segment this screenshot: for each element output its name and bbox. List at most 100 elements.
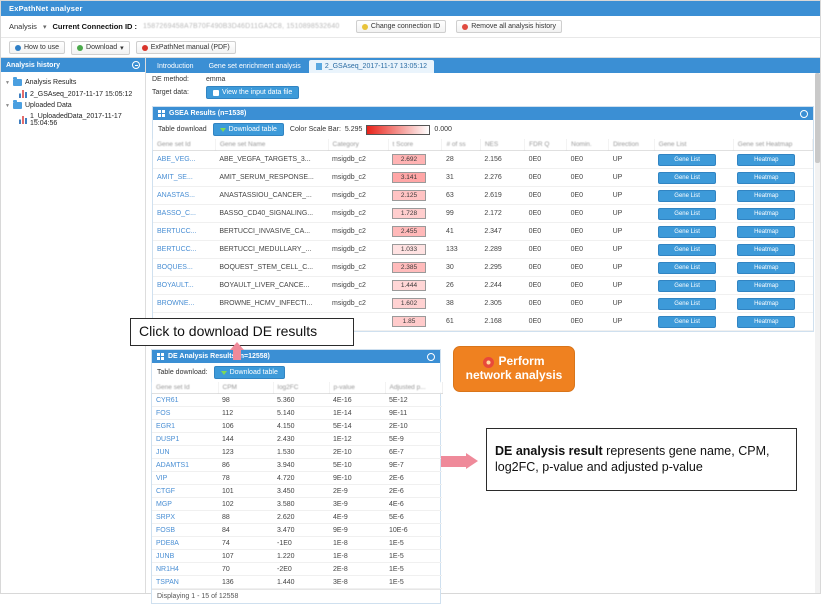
tab-gene-set-enrichment-analysis[interactable]: Gene set enrichment analysis [201,60,308,73]
col-direction[interactable]: Direction [608,139,655,151]
gene-set-id-cell[interactable]: BASSO_C... [153,204,216,223]
gene-set-id-cell[interactable]: ABE_VEG... [153,150,216,169]
col-adjusted-p[interactable]: Adjusted p... [385,382,443,394]
gene-set-id-cell[interactable]: BOYAULT... [153,276,216,295]
gene-list-button[interactable]: Gene List [658,243,717,256]
gene-id-cell[interactable]: JUN [152,445,218,459]
heatmap-button[interactable]: Heatmap [737,171,796,184]
col-t-score[interactable]: t Score [388,139,443,151]
table-row[interactable]: JUN 123 1.530 2E-10 6E-7 [152,445,442,459]
col-cpm[interactable]: CPM [218,382,274,394]
gene-id-cell[interactable]: DUSP1 [152,432,218,446]
table-row[interactable]: FOS 112 5.140 1E-14 9E-11 [152,406,442,420]
table-row[interactable]: NR1H4 70 -2E0 2E-8 1E-5 [152,562,442,576]
change-connection-id-button[interactable]: Change connection ID [355,20,447,33]
gene-list-button[interactable]: Gene List [658,189,717,202]
gene-id-cell[interactable]: CYR61 [152,393,218,407]
col-nominal[interactable]: Nomin. [566,139,610,151]
heatmap-button[interactable]: Heatmap [737,153,796,166]
gene-id-cell[interactable]: ADAMTS1 [152,458,218,472]
de-download-table-button[interactable]: Download table [213,366,285,379]
heatmap-button[interactable]: Heatmap [737,279,796,292]
manual-pdf-button[interactable]: ExPathNet manual (PDF) [135,41,236,54]
table-row[interactable]: TSPAN 136 1.440 3E-8 1E-5 [152,575,442,589]
gene-set-id-cell[interactable]: AMIT_SE... [153,168,216,187]
analysis-menu-caret[interactable]: ▾ [43,23,47,31]
table-row[interactable]: EGR1 106 4.150 5E-14 2E-10 [152,419,442,433]
minimize-icon[interactable] [132,61,140,69]
table-row[interactable]: BOQUES... BOQUEST_STEM_CELL_C... msigdb_c2… [153,258,813,277]
gene-id-cell[interactable]: NR1H4 [152,562,218,576]
table-row[interactable]: BASSO_C... BASSO_CD40_SIGNALING... msigdb_… [153,204,813,223]
table-row[interactable]: BROWNE... BROWNE_HCMV_INFECTI... msigdb_c2… [153,294,813,313]
tab-gsaseq-result[interactable]: 2_GSAseq_2017-11-17 13:05:12 [308,60,435,73]
col-gene-id[interactable]: Gene set Id [152,382,219,394]
main-scrollbar[interactable] [815,73,820,593]
gene-set-id-cell[interactable]: BERTUCC... [153,222,216,241]
table-row[interactable]: FOSB 84 3.470 9E-9 10E-6 [152,523,442,537]
gene-id-cell[interactable]: FOSB [152,523,218,537]
col-gene-set-heatmap[interactable]: Gene set Heatmap [733,139,814,151]
table-row[interactable]: CTGF 101 3.450 2E-9 2E-6 [152,484,442,498]
perform-network-analysis-button[interactable]: Perform network analysis [453,346,575,392]
table-row[interactable]: PDE8A 74 -1E0 1E-8 1E-5 [152,536,442,550]
gene-set-id-cell[interactable]: BROWNE... [153,294,216,313]
gene-list-button[interactable]: Gene List [658,315,717,328]
table-row[interactable]: DUSP1 144 2.430 1E-12 5E-9 [152,432,442,446]
heatmap-button[interactable]: Heatmap [737,243,796,256]
how-to-use-button[interactable]: How to use [9,41,66,54]
gene-id-cell[interactable]: TSPAN [152,575,218,589]
heatmap-button[interactable]: Heatmap [737,225,796,238]
gene-list-button[interactable]: Gene List [658,297,717,310]
gsea-download-table-button[interactable]: Download table [212,123,284,136]
heatmap-button[interactable]: Heatmap [737,261,796,274]
heatmap-button[interactable]: Heatmap [737,297,796,310]
col-nes[interactable]: NES [480,139,526,151]
heatmap-button[interactable]: Heatmap [737,207,796,220]
col-fdr-q[interactable]: FDR Q [524,139,568,151]
gene-id-cell[interactable]: PDE8A [152,536,218,550]
col-category[interactable]: Category [328,139,389,151]
gene-list-button[interactable]: Gene List [658,225,717,238]
col-log2fc[interactable]: log2FC [273,382,330,394]
gene-id-cell[interactable]: EGR1 [152,419,218,433]
table-row[interactable]: CYR61 98 5.360 4E-16 5E-12 [152,393,442,407]
chevron-down-icon[interactable]: ▼ [5,103,10,109]
col-gene-set-id[interactable]: Gene set Id [153,139,216,151]
gene-list-button[interactable]: Gene List [658,207,717,220]
gene-id-cell[interactable]: JUNB [152,549,218,563]
gene-id-cell[interactable]: MGP [152,497,218,511]
gear-icon[interactable] [800,109,808,118]
remove-all-analysis-history-button[interactable]: Remove all analysis history [456,20,562,33]
gene-set-id-cell[interactable]: BOQUES... [153,258,216,277]
heatmap-button[interactable]: Heatmap [737,315,796,328]
col-gene-list[interactable]: Gene List [654,139,734,151]
gene-set-id-cell[interactable]: BERTUCC... [153,240,216,259]
table-row[interactable]: SRPX 88 2.620 4E-9 5E-6 [152,510,442,524]
heatmap-button[interactable]: Heatmap [737,189,796,202]
table-row[interactable]: ANASTAS... ANASTASSIOU_CANCER_... msigdb_c… [153,186,813,205]
download-menu-button[interactable]: Download ▾ [71,40,130,55]
col-gene-set-name[interactable]: Gene set Name [215,139,329,151]
gene-id-cell[interactable]: FOS [152,406,218,420]
table-row[interactable]: ADAMTS1 86 3.940 5E-10 9E-7 [152,458,442,472]
tab-introduction[interactable]: Introduction [150,60,201,73]
gene-id-cell[interactable]: SRPX [152,510,218,524]
scrollbar-thumb[interactable] [815,73,820,163]
tree-node-uploaded-data[interactable]: ▼ Uploaded Data [5,100,141,111]
col-num-ss[interactable]: # of ss [441,139,481,151]
table-row[interactable]: BERTUCC... BERTUCCI_INVASIVE_CA... msigdb_… [153,222,813,241]
gene-list-button[interactable]: Gene List [658,261,717,274]
analysis-menu[interactable]: Analysis [9,22,37,31]
gene-set-id-cell[interactable]: ANASTAS... [153,186,216,205]
table-row[interactable]: VIP 78 4.720 9E-10 2E-6 [152,471,442,485]
table-row[interactable]: MGP 102 3.580 3E-9 4E-6 [152,497,442,511]
gene-list-button[interactable]: Gene List [658,171,717,184]
gene-id-cell[interactable]: CTGF [152,484,218,498]
chevron-down-icon[interactable]: ▼ [5,80,10,86]
table-row[interactable]: ABE_VEG... ABE_VEGFA_TARGETS_3... msigdb_c… [153,150,813,169]
table-row[interactable]: BOYAULT... BOYAULT_LIVER_CANCE... msigdb_c… [153,276,813,295]
table-row[interactable]: AMIT_SE... AMIT_SERUM_RESPONSE... msigdb_c… [153,168,813,187]
table-row[interactable]: JUNB 107 1.220 1E-8 1E-5 [152,549,442,563]
tree-node-uploaded-data-item[interactable]: 1_UploadedData_2017-11-17 15:04:56 [5,111,141,129]
